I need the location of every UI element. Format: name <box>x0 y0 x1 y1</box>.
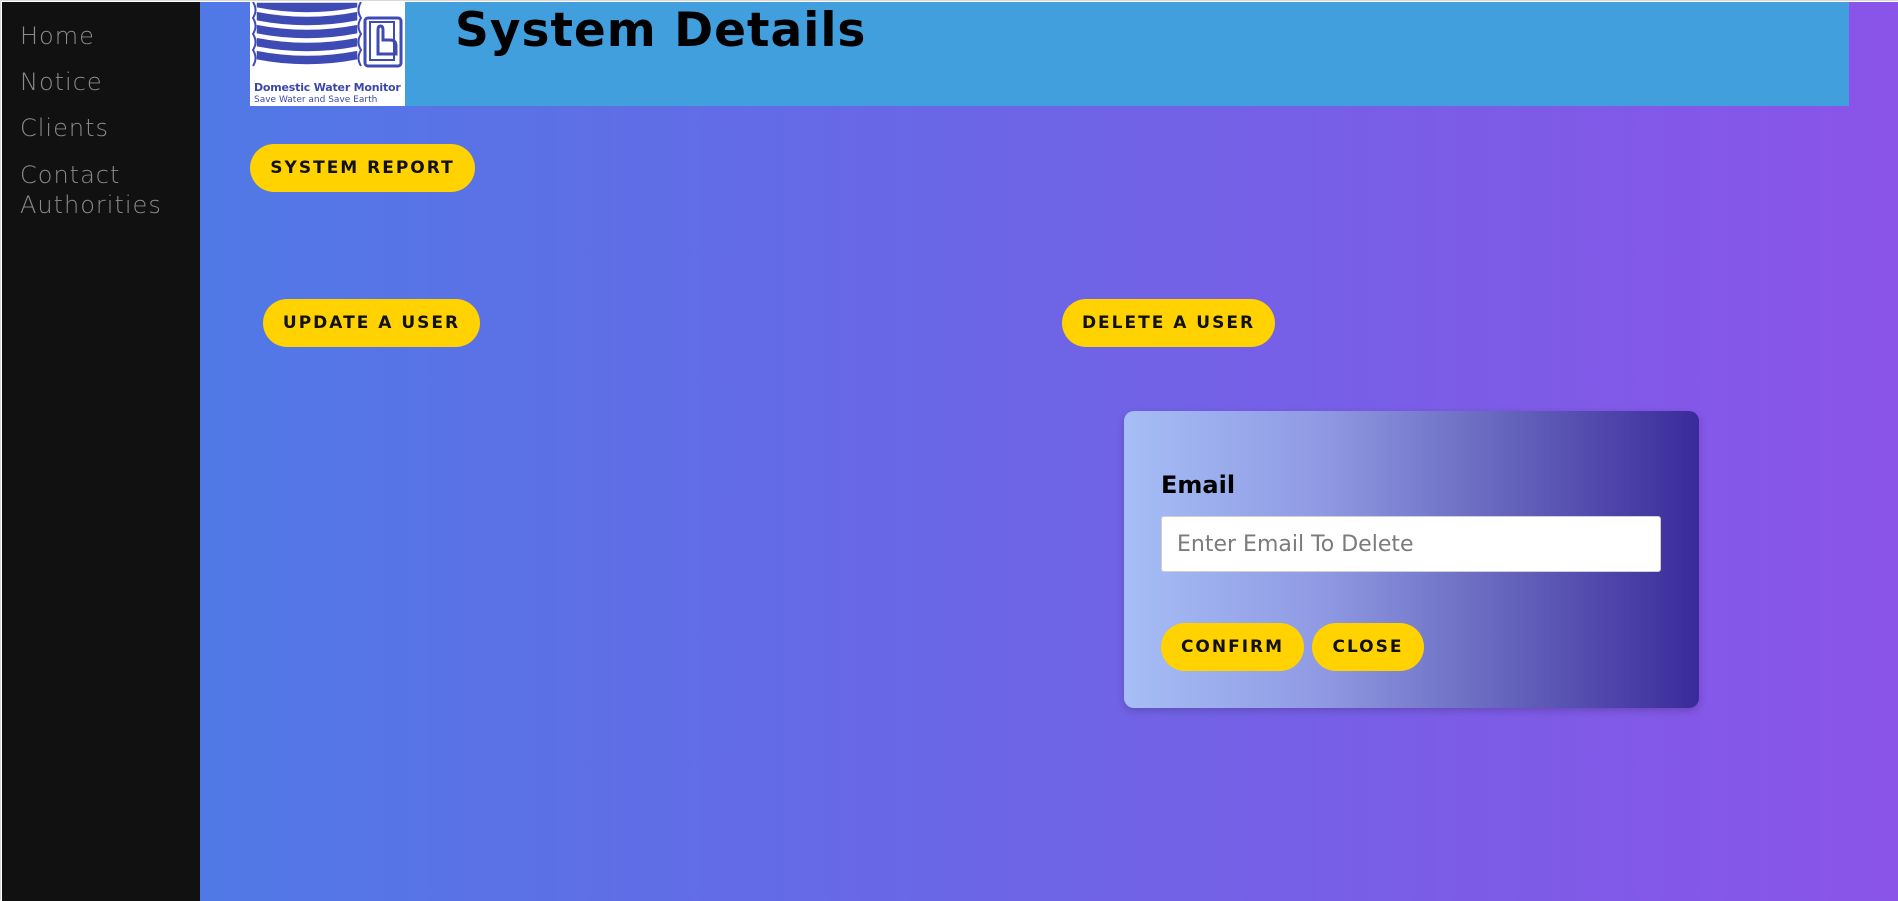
close-button[interactable]: CLOSE <box>1312 623 1424 671</box>
logo-title: Domestic Water Monitor <box>254 81 401 94</box>
delete-user-modal: Email CONFIRM CLOSE <box>1124 411 1699 708</box>
water-tank-tap-icon <box>251 2 403 68</box>
page-title: System Details <box>455 3 867 58</box>
app-logo: Domestic Water Monitor Save Water and Sa… <box>250 2 405 106</box>
main-content: Domestic Water Monitor Save Water and Sa… <box>200 2 1898 901</box>
header-bar: Domestic Water Monitor Save Water and Sa… <box>250 2 1849 106</box>
update-user-button[interactable]: UPDATE A USER <box>263 299 480 347</box>
nav-item-notice[interactable]: Notice <box>20 67 103 98</box>
email-label: Email <box>1161 471 1236 499</box>
nav-item-clients[interactable]: Clients <box>20 113 109 144</box>
nav-item-authorities-label: Authorities <box>20 191 162 219</box>
nav-item-home[interactable]: Home <box>20 21 95 52</box>
email-field[interactable] <box>1161 516 1661 572</box>
logo-subtitle: Save Water and Save Earth <box>254 95 378 105</box>
sidebar-nav: Home Notice Clients Contact Authorities <box>2 2 200 901</box>
page: Home Notice Clients Contact Authorities <box>0 0 1898 901</box>
system-report-button[interactable]: SYSTEM REPORT <box>250 144 475 192</box>
delete-user-button[interactable]: DELETE A USER <box>1062 299 1275 347</box>
confirm-button[interactable]: CONFIRM <box>1161 623 1304 671</box>
nav-item-contact-label: Contact <box>20 161 121 189</box>
